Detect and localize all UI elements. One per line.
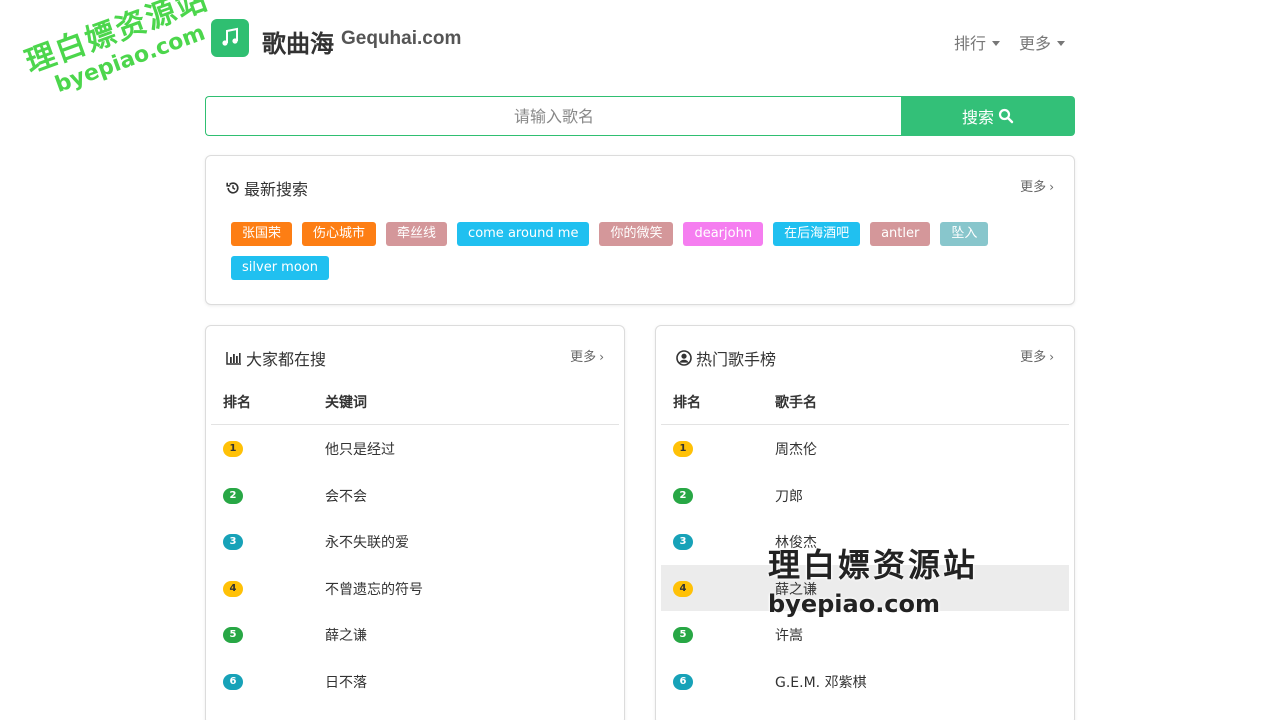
- chevron-right-icon: ›: [1049, 180, 1054, 194]
- row-link[interactable]: 永不失联的爱: [325, 532, 409, 552]
- row-link[interactable]: 他只是经过: [325, 439, 395, 459]
- search-button[interactable]: 搜索: [901, 96, 1075, 136]
- rank-badge: 3: [673, 534, 693, 550]
- search-tag[interactable]: antler: [870, 222, 931, 246]
- popular-searches-title: 大家都在搜: [226, 346, 326, 370]
- nav-more-label: 更多: [1019, 34, 1052, 53]
- popular-table-body: 1 他只是经过 2 会不会 3 永不失联的爱 4 不曾遗忘的符号 5 薛之谦 6 日不落: [211, 425, 619, 704]
- search-tag[interactable]: 在后海酒吧: [773, 222, 861, 246]
- singers-more-label: 更多: [1020, 350, 1047, 365]
- hot-singers-title: 热门歌手榜: [676, 346, 776, 370]
- rank-badge: 2: [673, 487, 693, 504]
- nav-ranking-label: 排行: [954, 34, 987, 53]
- table-row[interactable]: 2 刀郎: [661, 472, 1069, 519]
- nav-ranking-dropdown[interactable]: 排行: [954, 30, 1001, 54]
- table-row[interactable]: 1 他只是经过: [211, 425, 619, 472]
- search-tag[interactable]: come around me: [457, 222, 590, 246]
- hot-singers-card: 热门歌手榜 更多 › 排名 歌手名 1 周杰伦 2 刀郎 3 林俊杰 4 薛之谦 5 许嵩 6 G.E.…: [655, 325, 1075, 720]
- rank-badge: 6: [673, 673, 693, 690]
- popular-more-link[interactable]: 更多 ›: [570, 346, 604, 365]
- recent-searches-title-text: 最新搜索: [244, 180, 309, 199]
- row-link[interactable]: 日不落: [325, 672, 367, 692]
- column-header-rank: 排名: [223, 395, 251, 411]
- rank-badge: 2: [223, 487, 243, 504]
- column-header-keyword: 关键词: [325, 395, 367, 411]
- rank-badge: 4: [223, 580, 243, 597]
- recent-more-link[interactable]: 更多 ›: [1020, 176, 1054, 195]
- recent-more-label: 更多: [1020, 180, 1047, 195]
- watermark-center: 理白嫖资源站 byepiao.com: [768, 540, 978, 618]
- column-header-rank: 排名: [673, 395, 701, 411]
- brand-name[interactable]: 歌曲海: [262, 24, 334, 59]
- table-row[interactable]: 6 G.E.M. 邓紫棋: [661, 658, 1069, 705]
- search-tag[interactable]: 张国荣: [231, 222, 293, 246]
- row-link[interactable]: 不曾遗忘的符号: [325, 579, 423, 599]
- column-header-singer: 歌手名: [775, 395, 817, 411]
- search-tag[interactable]: 坠入: [940, 222, 989, 246]
- search-tag[interactable]: 牵丝线: [386, 222, 448, 246]
- rank-badge: 1: [223, 441, 243, 457]
- row-link[interactable]: 刀郎: [775, 486, 803, 506]
- recent-searches-title: 最新搜索: [226, 176, 308, 200]
- search-button-label: 搜索: [961, 108, 994, 127]
- popular-searches-card: 大家都在搜 更多 › 排名 关键词 1 他只是经过 2 会不会 3 永不失联的爱 4 不曾遗忘的…: [205, 325, 625, 720]
- brand-domain[interactable]: Gequhai.com: [341, 28, 461, 50]
- rank-badge: 3: [223, 534, 243, 550]
- row-link[interactable]: G.E.M. 邓紫棋: [775, 672, 867, 692]
- rank-badge: 5: [223, 627, 243, 643]
- table-row[interactable]: 4 不曾遗忘的符号: [211, 565, 619, 612]
- recent-searches-card: 最新搜索 更多 › 张国荣 伤心城市 牵丝线 come around me 你的微笑 dea…: [205, 155, 1075, 305]
- caret-down-icon: [992, 41, 1001, 46]
- history-icon: [226, 182, 239, 194]
- search-input[interactable]: [205, 96, 902, 136]
- rank-badge: 5: [673, 627, 693, 643]
- row-link[interactable]: 许嵩: [775, 625, 803, 645]
- caret-down-icon: [1057, 41, 1066, 46]
- popular-more-label: 更多: [570, 350, 597, 365]
- recent-tags-list: 张国荣 伤心城市 牵丝线 come around me 你的微笑 dearjohn 在后海酒…: [231, 222, 1051, 280]
- search-tag[interactable]: dearjohn: [683, 222, 764, 246]
- search-tag[interactable]: 你的微笑: [599, 222, 674, 246]
- row-link[interactable]: 会不会: [325, 486, 367, 506]
- chevron-right-icon: ›: [599, 350, 604, 364]
- hot-singers-title-text: 热门歌手榜: [696, 350, 777, 369]
- table-row[interactable]: 3 永不失联的爱: [211, 518, 619, 565]
- row-link[interactable]: 薛之谦: [325, 625, 367, 645]
- search-icon: [998, 108, 1014, 124]
- bar-chart-icon: [226, 352, 241, 365]
- nav-more-dropdown[interactable]: 更多: [1019, 30, 1066, 54]
- watermark-line2: byepiao.com: [768, 590, 941, 618]
- row-link[interactable]: 周杰伦: [775, 439, 817, 459]
- search-tag[interactable]: 伤心城市: [302, 222, 377, 246]
- chevron-right-icon: ›: [1049, 350, 1054, 364]
- rank-badge: 4: [673, 580, 693, 597]
- search-tag[interactable]: silver moon: [231, 256, 329, 280]
- table-row[interactable]: 1 周杰伦: [661, 425, 1069, 472]
- table-row[interactable]: 6 日不落: [211, 658, 619, 705]
- rank-badge: 6: [223, 673, 243, 690]
- table-row[interactable]: 5 薛之谦: [211, 611, 619, 658]
- user-circle-icon: [676, 350, 692, 366]
- watermark-line1: 理白嫖资源站: [768, 546, 979, 584]
- singers-more-link[interactable]: 更多 ›: [1020, 346, 1054, 365]
- rank-badge: 1: [673, 441, 693, 457]
- table-row[interactable]: 2 会不会: [211, 472, 619, 519]
- popular-searches-title-text: 大家都在搜: [246, 350, 327, 369]
